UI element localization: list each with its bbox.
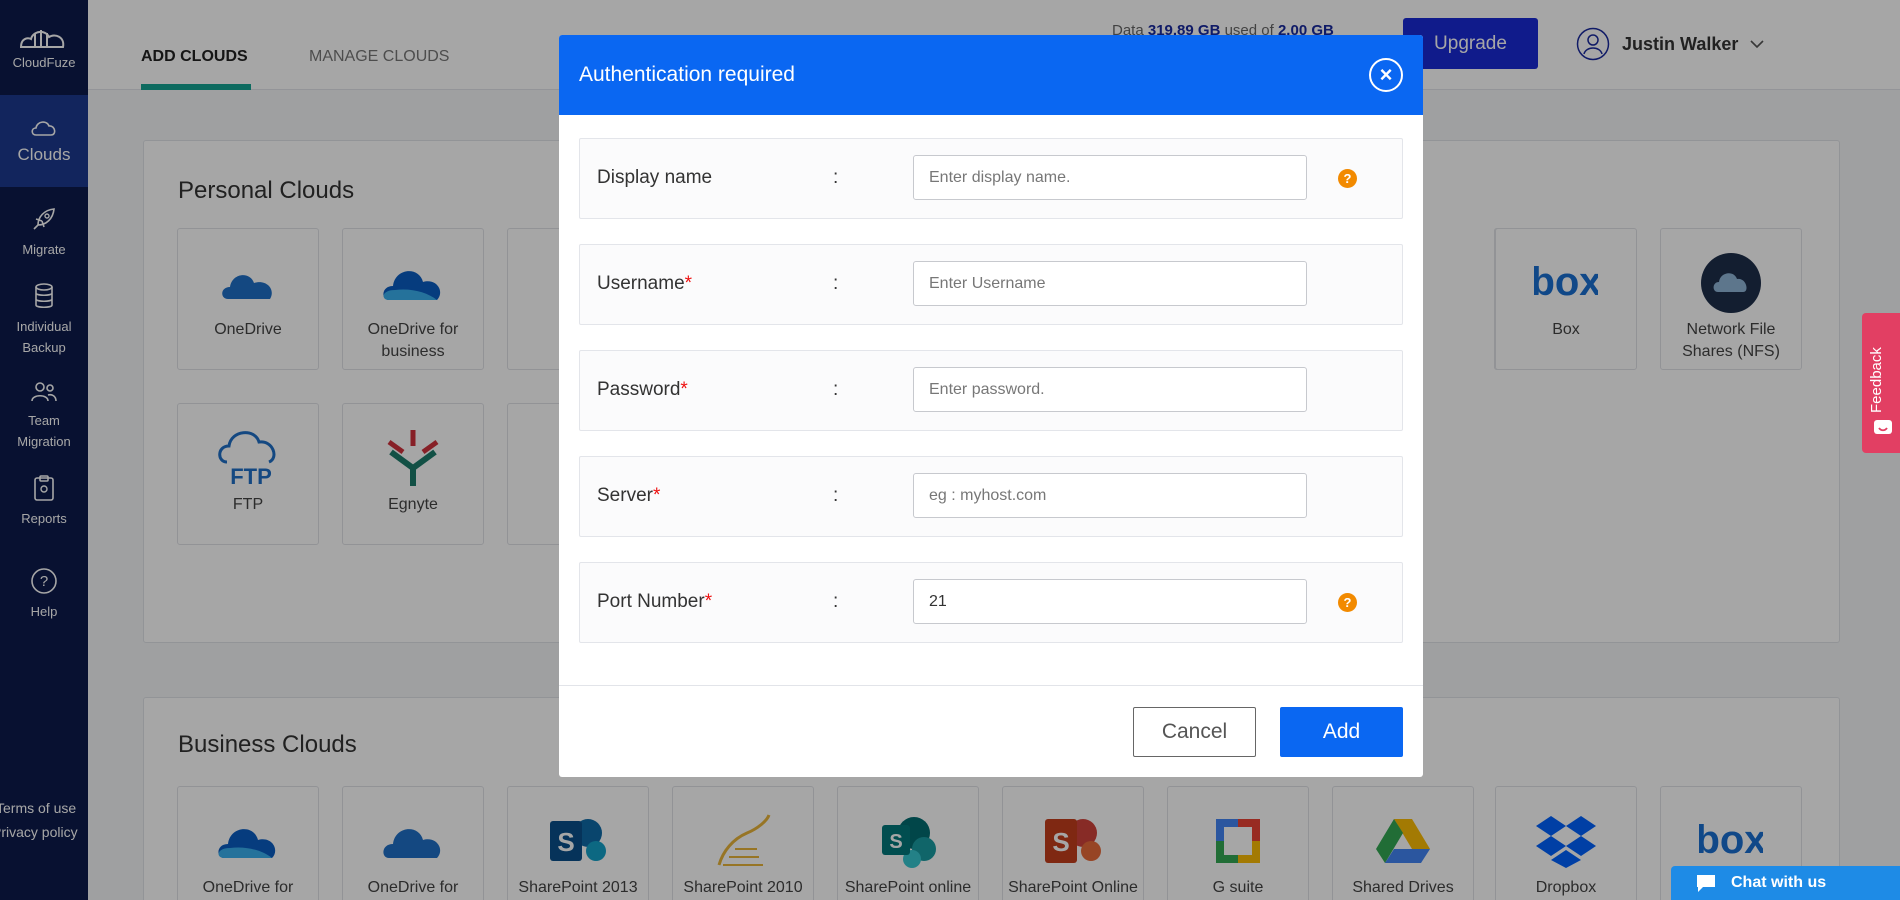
required-mark: * — [652, 485, 661, 506]
username-row: Username* : — [579, 244, 1403, 325]
field-colon: : — [833, 379, 839, 400]
chat-widget[interactable]: Chat with us — [1671, 866, 1900, 900]
field-label: Port Number* — [597, 591, 712, 613]
help-icon[interactable]: ? — [1338, 169, 1357, 188]
add-button[interactable]: Add — [1280, 707, 1403, 757]
field-colon: : — [833, 167, 839, 188]
required-mark: * — [680, 379, 688, 400]
chat-label: Chat with us — [1731, 874, 1827, 891]
field-label: Display name — [597, 167, 712, 189]
field-label-text: Port Number — [597, 591, 705, 612]
password-input[interactable] — [913, 367, 1307, 412]
close-icon[interactable]: × — [1369, 58, 1403, 92]
field-label: Username* — [597, 273, 692, 295]
field-label: Password* — [597, 379, 688, 401]
field-label-text: Server — [597, 485, 653, 506]
required-mark: * — [704, 591, 713, 612]
modal-header: Authentication required × — [559, 35, 1423, 115]
display-name-row: Display name : ? — [579, 138, 1403, 219]
field-colon: : — [833, 273, 839, 294]
username-input[interactable] — [913, 261, 1307, 306]
field-label-text: Display name — [597, 167, 713, 188]
feedback-label: Feedback — [1868, 347, 1885, 413]
auth-modal: Authentication required × Display name :… — [559, 35, 1423, 777]
server-row: Server* : — [579, 456, 1403, 537]
port-number-row: Port Number* : ? — [579, 562, 1403, 643]
field-colon: : — [833, 485, 839, 506]
modal-title: Authentication required — [579, 63, 795, 86]
field-label: Server* — [597, 485, 660, 507]
chat-bubble-icon — [1697, 875, 1715, 892]
server-input[interactable] — [913, 473, 1307, 518]
field-label-text: Password — [597, 379, 681, 400]
cancel-button[interactable]: Cancel — [1133, 707, 1256, 757]
required-mark: * — [684, 273, 693, 294]
field-label-text: Username — [597, 273, 685, 294]
help-icon[interactable]: ? — [1338, 593, 1357, 612]
display-name-input[interactable] — [913, 155, 1307, 200]
modal-footer-divider — [559, 685, 1423, 686]
field-colon: : — [833, 591, 839, 612]
password-row: Password* : — [579, 350, 1403, 431]
feedback-smile-icon — [1874, 420, 1892, 434]
port-number-input[interactable] — [913, 579, 1307, 624]
feedback-tab[interactable]: Feedback — [1862, 313, 1900, 453]
